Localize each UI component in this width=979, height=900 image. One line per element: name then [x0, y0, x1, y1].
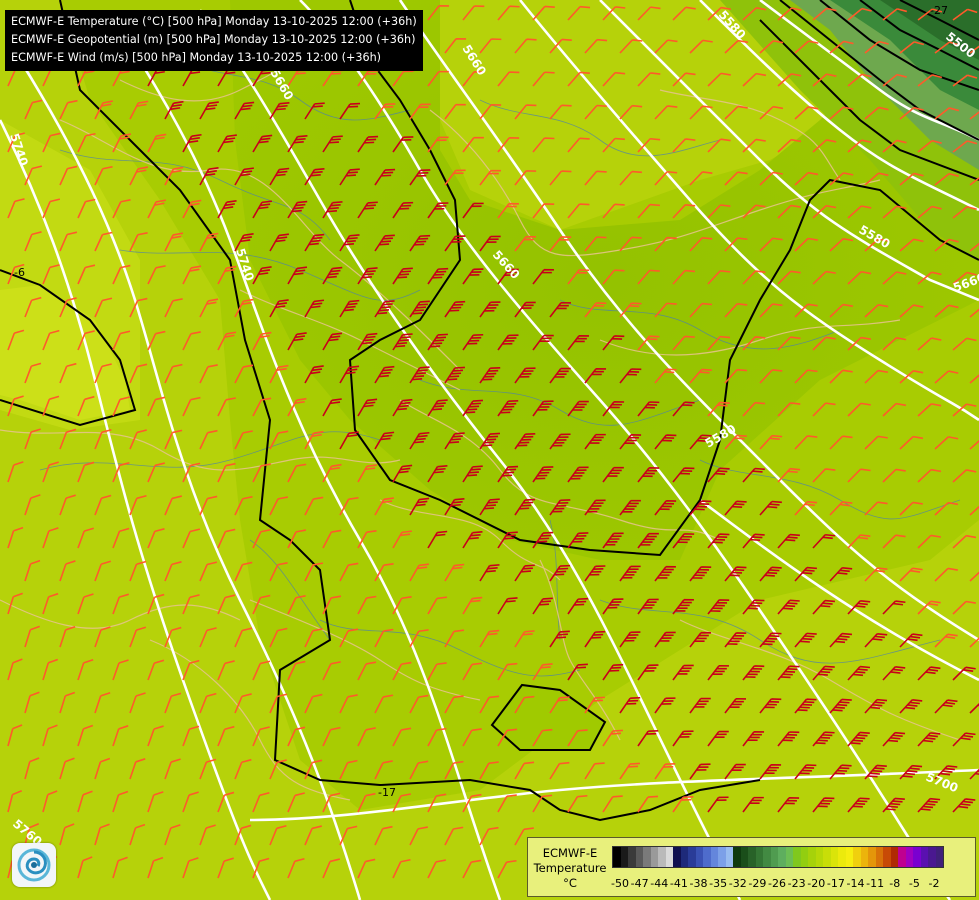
legend-swatch: [793, 847, 801, 867]
map-title-box: ECMWF-E Temperature (°C) [500 hPa] Monda…: [5, 10, 423, 71]
legend-tick-label: -23: [787, 877, 806, 890]
provider-logo-icon: [12, 843, 56, 887]
legend-swatch: [890, 847, 898, 867]
legend-swatch: [808, 847, 816, 867]
legend-swatch: [845, 847, 853, 867]
legend-swatch: [913, 847, 921, 867]
weather-map[interactable]: 5500 5580 5660 5580 5660 5740 5740 5580 …: [0, 0, 979, 900]
legend-swatch: [703, 847, 711, 867]
legend-tick-label: -2: [928, 877, 940, 890]
legend-swatch: [898, 847, 906, 867]
title-line-geopotential: ECMWF-E Geopotential (m) [500 hPa] Monda…: [11, 33, 416, 46]
legend-swatch: [665, 847, 673, 867]
legend-swatch: [800, 847, 808, 867]
legend-swatch: [778, 847, 786, 867]
legend-tick-label: -38: [689, 877, 708, 890]
legend-swatch: [755, 847, 763, 867]
legend-swatch: [673, 847, 681, 867]
legend-swatch: [823, 847, 831, 867]
legend-tick-label: -26: [768, 877, 786, 890]
title-line-temperature: ECMWF-E Temperature (°C) [500 hPa] Monda…: [11, 15, 417, 28]
legend-title-line: °C: [563, 876, 577, 890]
swirl-icon: [17, 848, 51, 882]
legend-swatch: [830, 847, 838, 867]
legend-swatch: [725, 847, 733, 867]
legend-tick-label: -35: [709, 877, 728, 890]
legend-tick-label: -20: [807, 877, 826, 890]
legend-swatch: [643, 847, 651, 867]
legend-swatch: [628, 847, 636, 867]
legend-tick-labels: -50 -47 -44 -41 -38 -35 -32 -29 -26 -23 -20 -17 -14-…: [611, 877, 972, 891]
legend-swatch: [935, 847, 943, 867]
legend-tick-label: -5: [908, 877, 920, 890]
legend-tick-label: -32: [728, 877, 747, 890]
legend-swatch: [740, 847, 748, 867]
legend-swatch: [733, 847, 741, 867]
legend-swatch: [613, 847, 621, 867]
legend-tick-label: -8: [889, 877, 901, 890]
legend-swatch: [905, 847, 913, 867]
legend-swatch: [928, 847, 936, 867]
legend-swatch: [838, 847, 846, 867]
legend-swatch: [860, 847, 868, 867]
legend-tick-label: -29: [748, 877, 767, 890]
isotherm-label: -27: [930, 4, 948, 17]
isotherm-label: -6: [14, 266, 25, 279]
legend-title-line: ECMWF-E: [542, 846, 598, 860]
legend-swatch: [718, 847, 726, 867]
legend-swatch: [763, 847, 771, 867]
legend-swatch: [635, 847, 643, 867]
legend-tick-label: -14: [846, 877, 865, 890]
legend-swatch: [883, 847, 891, 867]
legend-swatch: [875, 847, 883, 867]
legend-swatch: [748, 847, 756, 867]
legend-tick-label: -17: [826, 877, 845, 890]
legend-swatch: [688, 847, 696, 867]
isotherm-label: -17: [378, 786, 396, 799]
legend-title-line: Temperature: [533, 861, 607, 875]
legend-tick-label: -50: [611, 877, 629, 890]
legend-swatch: [620, 847, 628, 867]
legend-swatch: [868, 847, 876, 867]
map-viewer: 5500 5580 5660 5580 5660 5740 5740 5580 …: [0, 0, 979, 900]
legend-swatch: [680, 847, 688, 867]
legend-swatch: [815, 847, 823, 867]
legend-swatch: [920, 847, 928, 867]
legend-tick-label: -44: [650, 877, 669, 890]
title-line-wind: ECMWF-E Wind (m/s) [500 hPa] Monday 13-1…: [11, 51, 382, 64]
legend-swatch: [853, 847, 861, 867]
legend-tick-label: -47: [630, 877, 649, 890]
legend-swatch: [695, 847, 703, 867]
legend-swatch: [710, 847, 718, 867]
legend-title: ECMWF-E Temperature °C: [532, 846, 608, 891]
legend-swatch: [770, 847, 778, 867]
temperature-legend: ECMWF-E Temperature °C -50 -47 -44 -41 -38 -3…: [527, 837, 976, 897]
legend-swatch: [650, 847, 658, 867]
legend-colorbar: [612, 846, 944, 868]
legend-tick-label: -11: [866, 877, 885, 890]
legend-swatch: [658, 847, 666, 867]
legend-tick-label: -41: [669, 877, 688, 890]
legend-swatch: [785, 847, 793, 867]
